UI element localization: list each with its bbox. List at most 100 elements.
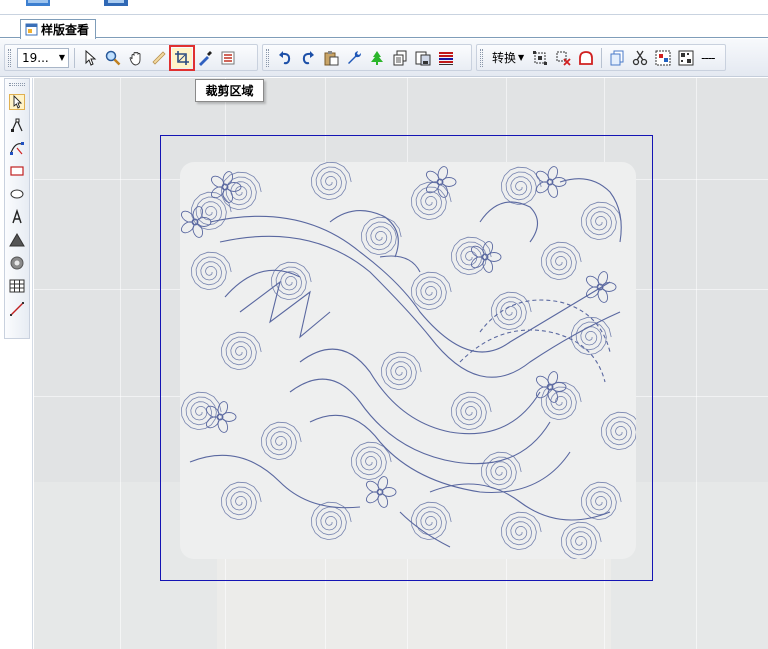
spiral-motif [451,236,492,276]
toolbar-grip[interactable] [480,48,483,67]
scissors-button[interactable] [630,48,650,68]
spiral-motif [191,251,232,291]
color-stripes-button[interactable] [436,48,456,68]
table-grid-icon [9,279,25,293]
chevron-down-icon: ▼ [58,53,65,62]
scissors-icon [633,50,648,65]
spiral-motif [561,521,602,559]
flower-motif [180,206,212,238]
properties-list-button[interactable] [218,48,238,68]
select-nodes-button[interactable] [530,48,550,68]
pointer-button[interactable] [80,48,100,68]
shape-outline-button[interactable] [576,48,596,68]
spiral-pattern [181,162,636,559]
flower-motif [585,271,617,303]
spiral-motif [381,351,422,391]
eyedropper-button[interactable] [195,48,215,68]
paste-button[interactable] [321,48,341,68]
spiral-motif [491,291,532,331]
delete-nodes-button[interactable] [553,48,573,68]
qr-button[interactable] [676,48,696,68]
spiral-motif [411,181,452,221]
node-edit-icon [11,118,23,132]
qr-icon [678,50,694,65]
convert-dropdown[interactable]: 转换 ▼ [489,48,527,68]
copy-icon [393,50,407,65]
rectangle-tool[interactable] [7,161,27,181]
redo-icon [302,50,314,64]
measure-ruler-button[interactable] [149,48,169,68]
flower-motif [205,401,237,433]
toolbox-grip[interactable] [9,83,25,86]
zoom-value: 19... [22,50,49,65]
tab-sample-view[interactable]: 样版查看 [20,19,97,39]
text-icon [12,209,22,224]
fill-tool[interactable] [7,230,27,250]
chevron-down-icon: ▼ [518,53,525,62]
tree-button[interactable] [367,48,387,68]
zoom-select[interactable]: 19... ▼ [17,47,69,68]
spiral-motif [541,241,582,281]
gear-icon [10,256,24,270]
select-arrow-tool[interactable] [7,92,27,112]
measure-ruler-icon [152,50,166,65]
spiral-motif [361,216,402,256]
node-edit-tool[interactable] [7,115,27,135]
spiral-motif [311,162,352,201]
hand-pan-button[interactable] [126,48,146,68]
toolbar-grip[interactable] [8,48,11,67]
spiral-motif [411,271,452,311]
image-button[interactable] [653,48,673,68]
toolbar-group-view: 19... ▼ [4,44,258,71]
rectangle-icon [10,166,24,176]
line-tool[interactable] [7,299,27,319]
line-icon [10,302,24,316]
line-style-dashes[interactable]: ---- [699,51,716,65]
zoom-button[interactable] [103,48,123,68]
phoenix-pattern-drawing [180,162,636,559]
properties-list-icon [221,51,235,64]
window-tab-icon [25,23,38,36]
design-canvas[interactable] [34,78,768,649]
wrench-button[interactable] [344,48,364,68]
undo-button[interactable] [275,48,295,68]
spiral-motif [221,481,262,521]
tab-label: 样版查看 [41,23,90,37]
select-arrow-icon [9,94,25,110]
embroidery-pattern[interactable] [180,162,636,559]
spiral-motif [501,166,542,206]
copy-button[interactable] [390,48,410,68]
spiral-motif [261,421,302,461]
ellipse-tool[interactable] [7,184,27,204]
top-strip [0,0,768,15]
shape-outline-icon [579,50,594,65]
save-copy-button[interactable] [413,48,433,68]
ellipse-icon [10,189,24,199]
spiral-motif [601,411,636,451]
hand-pan-icon [129,51,141,65]
table-tool[interactable] [7,276,27,296]
crop-area-button[interactable] [169,44,195,71]
main-toolbar: 19... ▼ 转换 ▼ ---- [0,39,768,77]
bezier-tool[interactable] [7,138,27,158]
spiral-motif [451,391,492,431]
color-stripes-icon [439,51,453,65]
document-icon[interactable] [24,0,54,8]
delete-nodes-icon [556,51,571,66]
spiral-motif [221,171,262,211]
tree-icon [371,50,383,65]
text-tool[interactable] [7,207,27,227]
fill-triangle-icon [9,233,25,247]
toolbar-grip[interactable] [266,48,269,67]
duplicate-button[interactable] [607,48,627,68]
spiral-motif [581,481,622,521]
eyedropper-icon [199,50,212,66]
spiral-motif [501,511,542,551]
toolbar-group-edit [262,44,472,71]
window-icon[interactable] [102,0,132,8]
redo-button[interactable] [298,48,318,68]
gear-tool[interactable] [7,253,27,273]
spiral-motif [581,201,622,241]
convert-label: 转换 [492,51,517,65]
spiral-motif [221,331,262,371]
